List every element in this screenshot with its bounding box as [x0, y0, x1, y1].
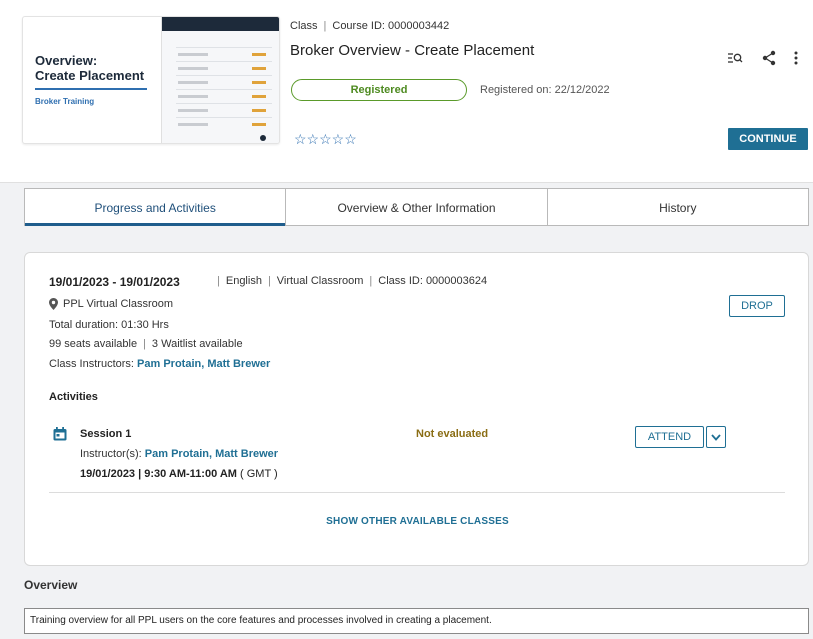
- class-location: PPL Virtual Classroom: [49, 298, 173, 310]
- session-instructors: Instructor(s): Pam Protain, Matt Brewer: [80, 448, 279, 460]
- thumbnail-screen-label: [178, 109, 208, 112]
- thumbnail-screen-row: [176, 75, 272, 76]
- tab-overview-other-information[interactable]: Overview & Other Information: [286, 189, 548, 225]
- drop-button[interactable]: DROP: [729, 295, 785, 317]
- thumbnail-screen-row: [176, 117, 272, 118]
- search-list-icon[interactable]: [724, 47, 746, 69]
- registered-date: Registered on: 22/12/2022: [480, 84, 610, 96]
- thumbnail-screen-tag: [252, 95, 266, 98]
- session-name: Session 1: [80, 428, 132, 440]
- course-thumbnail: Overview: Create Placement Broker Traini…: [22, 16, 280, 144]
- thumbnail-screen-label: [178, 123, 208, 126]
- thumbnail-screen-label: [178, 67, 208, 70]
- header-actions: [720, 47, 810, 69]
- thumbnail-screen-tag: [252, 123, 266, 126]
- thumbnail-screen-preview: [161, 17, 279, 143]
- thumbnail-screen-label: [178, 53, 208, 56]
- thumbnail-title: Overview: Create Placement: [35, 53, 145, 83]
- share-icon[interactable]: [758, 47, 780, 69]
- class-availability: 99 seats available | 3 Waitlist available: [49, 338, 243, 350]
- session-status: Not evaluated: [416, 428, 489, 440]
- class-info: | English | Virtual Classroom | Class ID: 000…: [217, 275, 488, 287]
- calendar-icon: [53, 427, 67, 444]
- thumbnail-screen-tag: [252, 53, 266, 56]
- thumbnail-screen-dot: [260, 135, 266, 141]
- session-datetime: 19/01/2023 | 9:30 AM-11:00 AM ( GMT ): [80, 468, 278, 480]
- attend-options-button[interactable]: [706, 426, 726, 448]
- thumbnail-screen-row: [176, 103, 272, 104]
- page-title: Broker Overview - Create Placement: [290, 42, 535, 59]
- thumbnail-screen-tag: [252, 81, 266, 84]
- more-vertical-icon[interactable]: [788, 47, 804, 69]
- instructors-link[interactable]: Pam Protain, Matt Brewer: [137, 358, 270, 370]
- overview-text: Training overview for all PPL users on t…: [24, 608, 809, 634]
- activities-heading: Activities: [49, 391, 98, 403]
- show-other-classes-link[interactable]: SHOW OTHER AVAILABLE CLASSES: [25, 516, 810, 527]
- tab-history[interactable]: History: [548, 189, 808, 225]
- overview-heading: Overview: [24, 578, 78, 592]
- thumbnail-screen-tag: [252, 109, 266, 112]
- session-instructors-link[interactable]: Pam Protain, Matt Brewer: [145, 448, 278, 460]
- thumbnail-rule: [35, 88, 147, 90]
- chevron-down-icon: [711, 433, 721, 441]
- thumbnail-screen-row: [176, 47, 272, 48]
- continue-button[interactable]: CONTINUE: [728, 128, 808, 150]
- location-pin-icon: [49, 298, 58, 310]
- status-badge: Registered: [291, 79, 467, 101]
- thumbnail-subtitle: Broker Training: [35, 97, 95, 106]
- thumbnail-screen-row: [176, 89, 272, 90]
- tab-bar: Progress and Activities Overview & Other…: [24, 188, 809, 226]
- course-meta: Class | Course ID: 0000003442: [290, 20, 450, 32]
- thumbnail-screen-label: [178, 81, 208, 84]
- card-divider: [49, 492, 785, 493]
- tab-progress-and-activities[interactable]: Progress and Activities: [25, 189, 287, 226]
- rating-stars[interactable]: ☆☆☆☆☆: [294, 131, 357, 148]
- thumbnail-screen-bar: [162, 17, 279, 31]
- class-instructors: Class Instructors: Pam Protain, Matt Bre…: [49, 358, 271, 370]
- attend-button[interactable]: ATTEND: [635, 426, 704, 448]
- class-date-range: 19/01/2023 - 19/01/2023: [49, 275, 180, 289]
- class-card: 19/01/2023 - 19/01/2023 | English | Virtual…: [24, 252, 809, 566]
- thumbnail-screen-tag: [252, 67, 266, 70]
- thumbnail-screen-row: [176, 61, 272, 62]
- thumbnail-screen-label: [178, 95, 208, 98]
- class-duration: Total duration: 01:30 Hrs: [49, 319, 169, 331]
- course-header: Overview: Create Placement Broker Traini…: [0, 0, 813, 182]
